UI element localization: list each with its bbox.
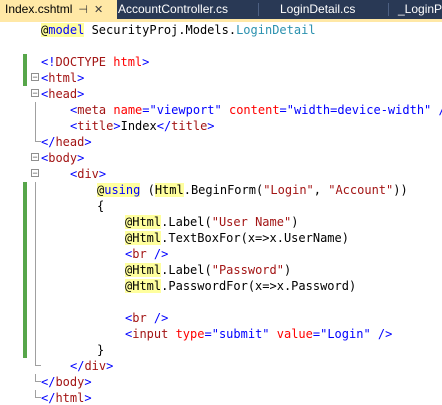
outline-guide bbox=[35, 246, 36, 262]
tab-logindetail-cs[interactable]: LoginDetail.cs bbox=[280, 0, 355, 19]
code-text: { bbox=[97, 199, 105, 213]
code-text: @model SecurityProj.Models.LoginDetail bbox=[41, 23, 316, 37]
outline-guide bbox=[35, 182, 36, 198]
outline-guide bbox=[35, 310, 36, 326]
code-text: <head> bbox=[41, 87, 85, 101]
code-text: <meta name="viewport" content="width=dev… bbox=[70, 103, 442, 117]
outline-guide bbox=[35, 198, 36, 214]
change-indicator bbox=[23, 262, 27, 278]
outline-guide bbox=[35, 294, 36, 310]
change-indicator bbox=[23, 294, 27, 310]
code-line: } bbox=[0, 342, 442, 358]
tab-label: Index.cshtml bbox=[5, 2, 73, 16]
code-editor[interactable]: @model SecurityProj.Models.LoginDetail <… bbox=[0, 22, 442, 405]
code-text: @Html.PasswordFor(x=>x.Password) bbox=[125, 279, 357, 293]
tab-label: LoginDetail.cs bbox=[280, 2, 356, 16]
code-line: <!DOCTYPE html> bbox=[0, 54, 442, 70]
code-text: <div> bbox=[70, 167, 107, 181]
outline-guide-end bbox=[35, 358, 41, 366]
code-line: </div> bbox=[0, 358, 442, 374]
code-text: <input type="submit" value="Login" /> bbox=[125, 327, 393, 341]
outline-guide bbox=[35, 102, 36, 118]
code-line: @using (Html.BeginForm("Login", "Account… bbox=[0, 182, 442, 198]
code-text: <body> bbox=[41, 151, 85, 165]
code-text: <title>Index</title> bbox=[70, 119, 215, 133]
code-line: </body> bbox=[0, 374, 442, 390]
code-text: @Html.Label("User Name") bbox=[125, 215, 299, 229]
tab-label: _LoginP bbox=[398, 2, 442, 16]
code-line: − <head> bbox=[0, 86, 442, 102]
code-text: @Html.Label("Password") bbox=[125, 263, 292, 277]
code-text: <br /> bbox=[125, 311, 169, 325]
outline-guide bbox=[35, 262, 36, 278]
collapse-minus-icon[interactable]: − bbox=[31, 153, 39, 162]
outline-guide bbox=[35, 214, 36, 230]
outline-guide bbox=[35, 118, 36, 134]
collapse-minus-icon[interactable]: − bbox=[31, 89, 39, 98]
code-text: @using (Html.BeginForm("Login", "Account… bbox=[97, 183, 408, 197]
code-line: <input type="submit" value="Login" /> bbox=[0, 326, 442, 342]
tab-loginpartial[interactable]: _LoginP bbox=[398, 0, 442, 19]
change-indicator bbox=[23, 326, 27, 342]
code-text: </head> bbox=[41, 135, 92, 149]
tab-separator bbox=[258, 3, 259, 16]
code-line: − <html> bbox=[0, 70, 442, 86]
code-line: − <div> bbox=[0, 166, 442, 182]
code-text: <html> bbox=[41, 71, 85, 85]
collapse-minus-icon[interactable]: − bbox=[31, 169, 39, 178]
code-line: @Html.Label("User Name") bbox=[0, 214, 442, 230]
outline-guide bbox=[35, 342, 36, 358]
code-text: } bbox=[97, 343, 105, 357]
outline-guide bbox=[35, 230, 36, 246]
change-indicator bbox=[23, 310, 27, 326]
pin-icon[interactable]: ⊣ bbox=[78, 1, 88, 19]
code-text: </div> bbox=[70, 359, 114, 373]
code-line bbox=[0, 294, 442, 310]
tab-index-cshtml[interactable]: Index.cshtml ⊣ ✕ bbox=[0, 0, 117, 19]
document-tab-strip: Index.cshtml ⊣ ✕ AccountController.cs Logi… bbox=[0, 0, 442, 19]
code-text: </body> bbox=[41, 375, 92, 389]
code-line: <title>Index</title> bbox=[0, 118, 442, 134]
change-indicator bbox=[23, 246, 27, 262]
change-indicator bbox=[23, 230, 27, 246]
tab-label: AccountController.cs bbox=[118, 2, 229, 16]
code-editor-window: Index.cshtml ⊣ ✕ AccountController.cs Logi… bbox=[0, 0, 442, 405]
change-indicator bbox=[23, 278, 27, 294]
change-indicator bbox=[23, 198, 27, 214]
tab-accountcontroller-cs[interactable]: AccountController.cs bbox=[118, 0, 228, 19]
collapse-minus-icon[interactable]: − bbox=[31, 73, 39, 82]
tab-separator bbox=[388, 3, 389, 16]
code-line: <br /> bbox=[0, 246, 442, 262]
outline-guide bbox=[35, 278, 36, 294]
change-indicator bbox=[23, 70, 27, 86]
change-indicator bbox=[23, 182, 27, 198]
close-icon[interactable]: ✕ bbox=[94, 1, 103, 19]
code-text: <!DOCTYPE html> bbox=[41, 55, 150, 69]
code-text: @Html.TextBoxFor(x=>x.UserName) bbox=[125, 231, 349, 245]
code-line: </html> bbox=[0, 390, 442, 405]
outline-guide bbox=[35, 326, 36, 342]
code-line: <meta name="viewport" content="width=dev… bbox=[0, 102, 442, 118]
code-line: @Html.TextBoxFor(x=>x.UserName) bbox=[0, 230, 442, 246]
code-line: − <body> bbox=[0, 150, 442, 166]
code-line: @Html.Label("Password") bbox=[0, 262, 442, 278]
code-text: <br /> bbox=[125, 247, 169, 261]
code-line: { bbox=[0, 198, 442, 214]
change-indicator bbox=[23, 54, 27, 70]
code-line: <br /> bbox=[0, 310, 442, 326]
change-indicator bbox=[23, 214, 27, 230]
code-line: </head> bbox=[0, 134, 442, 150]
code-text: </html> bbox=[41, 391, 92, 405]
change-indicator bbox=[23, 342, 27, 358]
code-line: @Html.PasswordFor(x=>x.Password) bbox=[0, 278, 442, 294]
code-line: @model SecurityProj.Models.LoginDetail bbox=[0, 22, 442, 38]
